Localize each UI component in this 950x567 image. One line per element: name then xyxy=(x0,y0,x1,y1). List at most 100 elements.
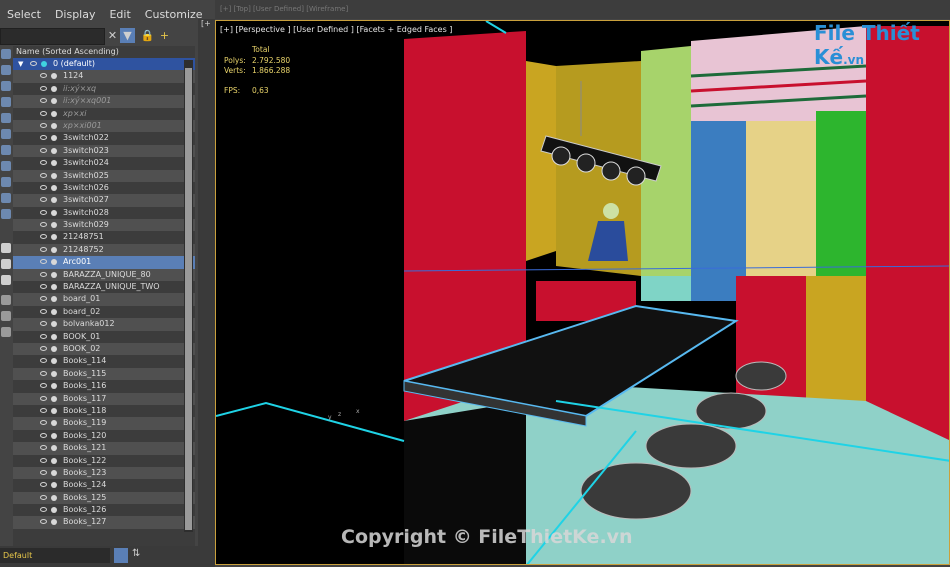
eye-icon[interactable] xyxy=(40,160,47,166)
filter-icon[interactable]: ▼ xyxy=(120,28,135,43)
eye-icon[interactable] xyxy=(40,358,47,364)
filter-icon[interactable] xyxy=(1,295,11,305)
scene-row[interactable]: 3switch028 xyxy=(13,207,195,219)
menu-display[interactable]: Display xyxy=(48,8,103,21)
scene-row[interactable]: 3switch023 xyxy=(13,144,195,158)
tool-icon[interactable] xyxy=(1,81,11,91)
viewport-plus[interactable]: [+ xyxy=(201,19,211,28)
scene-row[interactable]: 3switch029 xyxy=(13,219,195,232)
tool-icon[interactable] xyxy=(1,327,11,337)
eye-icon[interactable] xyxy=(40,482,47,488)
scene-row[interactable]: Books_117 xyxy=(13,392,195,405)
eye-icon[interactable] xyxy=(40,73,47,79)
eye-icon[interactable] xyxy=(40,98,47,104)
tool-icon[interactable] xyxy=(1,49,11,59)
eye-icon[interactable] xyxy=(40,321,47,327)
eye-icon[interactable] xyxy=(40,271,47,277)
scene-row[interactable]: ii:xý×xq001 xyxy=(13,95,195,108)
scene-row[interactable]: BOOK_02 xyxy=(13,342,195,356)
scene-row[interactable]: board_01 xyxy=(13,293,195,306)
tool-icon[interactable] xyxy=(1,129,11,139)
eye-icon[interactable] xyxy=(40,457,47,463)
perspective-viewport[interactable]: z x y [+] [Perspective ] [User Defined ]… xyxy=(215,20,950,565)
eye-icon[interactable] xyxy=(40,345,47,351)
scene-row[interactable]: 21248751 xyxy=(13,231,195,243)
tool-icon[interactable] xyxy=(1,65,11,75)
eye-icon[interactable] xyxy=(40,259,47,265)
eye-icon[interactable] xyxy=(40,333,47,339)
scene-row[interactable]: Books_126 xyxy=(13,504,195,516)
lock-icon[interactable]: 🔒 xyxy=(140,28,155,43)
scene-row[interactable]: Books_123 xyxy=(13,466,195,480)
layer-row[interactable]: ▼ 0 (default) xyxy=(13,58,195,71)
scene-row[interactable]: Books_121 xyxy=(13,442,195,455)
scene-row[interactable]: xp×xi001 xyxy=(13,119,195,133)
scene-row[interactable]: 1124 xyxy=(13,70,195,83)
scene-row[interactable]: ii:xý×xq xyxy=(13,83,195,95)
scene-row[interactable]: Books_124 xyxy=(13,479,195,491)
scene-row[interactable]: Books_114 xyxy=(13,355,195,367)
scene-row[interactable]: 21248752 xyxy=(13,243,195,257)
tool-icon[interactable] xyxy=(1,161,11,171)
close-icon[interactable]: ✕ xyxy=(105,28,120,43)
eye-icon[interactable] xyxy=(40,308,47,314)
scene-row[interactable]: board_02 xyxy=(13,306,195,318)
eye-icon[interactable] xyxy=(40,85,47,91)
scene-row[interactable]: 3switch026 xyxy=(13,182,195,194)
top-viewport-strip[interactable]: [+] [Top] [User Defined] [Wireframe] xyxy=(215,0,950,19)
layer-stack-icon[interactable] xyxy=(114,548,128,563)
filter-icon[interactable] xyxy=(1,311,11,321)
tool-icon[interactable] xyxy=(1,193,11,203)
tool-icon[interactable] xyxy=(1,259,11,269)
eye-icon[interactable] xyxy=(40,172,47,178)
scene-row[interactable]: Books_115 xyxy=(13,367,195,381)
scene-row[interactable]: BARAZZA_UNIQUE_TWO xyxy=(13,281,195,293)
scene-row[interactable]: bolvanka012 xyxy=(13,318,195,331)
search-input[interactable] xyxy=(0,28,105,45)
layer-dropdown[interactable]: Default xyxy=(0,548,110,563)
tool-icon[interactable] xyxy=(1,145,11,155)
scene-row[interactable]: Books_122 xyxy=(13,455,195,467)
menu-select[interactable]: Select xyxy=(0,8,48,21)
eye-icon[interactable] xyxy=(40,209,47,215)
eye-icon[interactable] xyxy=(40,197,47,203)
tool-icon[interactable] xyxy=(1,275,11,285)
scrollbar[interactable] xyxy=(184,60,193,532)
eye-icon[interactable] xyxy=(40,222,47,228)
scroll-thumb[interactable] xyxy=(185,68,192,530)
eye-icon[interactable] xyxy=(40,284,47,290)
eye-icon[interactable] xyxy=(40,469,47,475)
eye-icon[interactable] xyxy=(40,395,47,401)
eye-icon[interactable] xyxy=(40,432,47,438)
eye-icon[interactable] xyxy=(40,122,47,128)
eye-icon[interactable] xyxy=(30,61,37,66)
viewport-label[interactable]: [+] [Perspective ] [User Defined ] [Face… xyxy=(220,25,452,34)
hierarchy-icon[interactable]: ⇅ xyxy=(132,548,144,563)
scene-row[interactable]: Books_125 xyxy=(13,491,195,505)
menu-edit[interactable]: Edit xyxy=(102,8,137,21)
eye-icon[interactable] xyxy=(40,507,47,513)
scene-row[interactable]: Books_119 xyxy=(13,417,195,430)
scene-row[interactable]: 3switch024 xyxy=(13,157,195,169)
scene-row[interactable]: 3switch027 xyxy=(13,194,195,207)
scene-row[interactable]: xp×xi xyxy=(13,108,195,120)
column-header[interactable]: Name (Sorted Ascending) xyxy=(13,46,195,58)
eye-icon[interactable] xyxy=(40,184,47,190)
scene-row[interactable]: Books_118 xyxy=(13,405,195,417)
eye-icon[interactable] xyxy=(40,234,47,240)
expand-icon[interactable]: ▼ xyxy=(18,58,23,70)
eye-icon[interactable] xyxy=(40,445,47,451)
eye-icon[interactable] xyxy=(40,296,47,302)
eye-icon[interactable] xyxy=(40,110,47,116)
eye-icon[interactable] xyxy=(40,135,47,141)
scene-row[interactable]: Arc001 xyxy=(13,256,195,269)
eye-icon[interactable] xyxy=(40,519,47,525)
eye-icon[interactable] xyxy=(40,370,47,376)
eye-icon[interactable] xyxy=(40,494,47,500)
scene-row[interactable]: Books_127 xyxy=(13,516,195,529)
tool-icon[interactable] xyxy=(1,209,11,219)
scene-row[interactable]: Books_120 xyxy=(13,430,195,442)
scene-row[interactable]: BARAZZA_UNIQUE_80 xyxy=(13,268,195,282)
add-layer-icon[interactable]: + xyxy=(157,28,172,43)
eye-icon[interactable] xyxy=(40,420,47,426)
